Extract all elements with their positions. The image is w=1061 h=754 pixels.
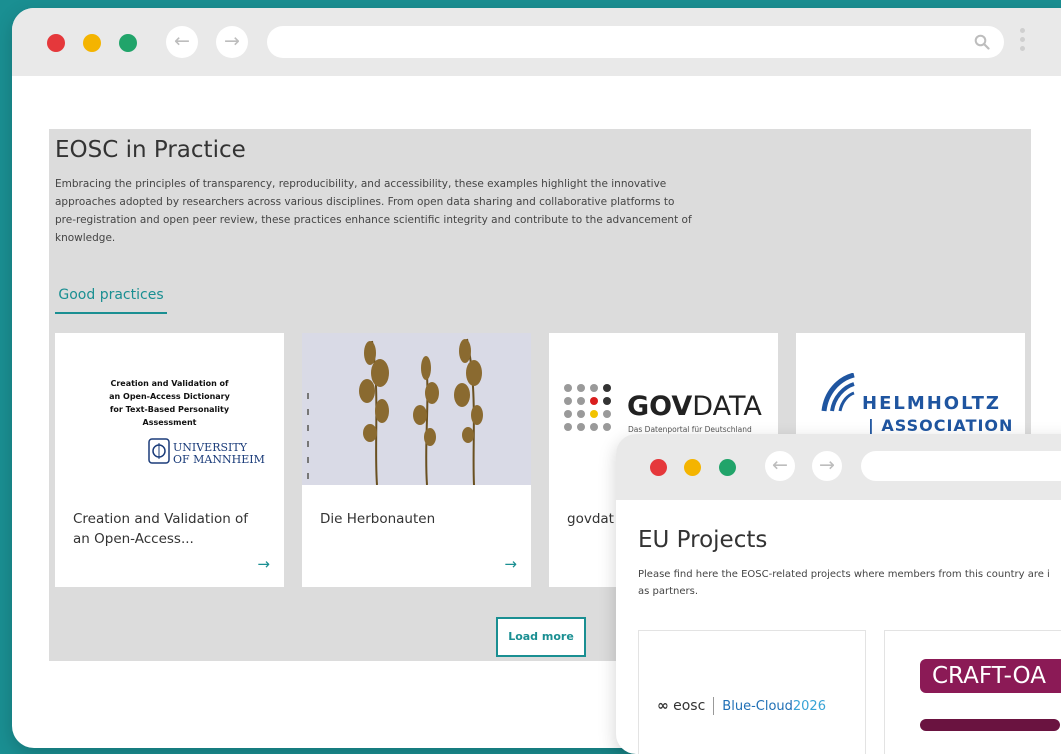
close-window-button[interactable] [650, 459, 667, 476]
minimize-window-button[interactable] [684, 459, 701, 476]
card-image-title: Creation and Validation of an Open-Acces… [109, 379, 230, 427]
helmholtz-wordmark: HELMHOLTZ [862, 393, 1001, 414]
address-bar[interactable] [267, 26, 1004, 58]
close-window-button[interactable] [47, 34, 65, 52]
eosc-infinity-icon: ∞ [657, 698, 669, 714]
university-crest-icon [148, 438, 170, 464]
govdata-wordmark: GOVDATA [627, 391, 762, 422]
back-arrow-icon[interactable]: ← [166, 26, 198, 58]
blue-cloud-year: 2026 [792, 699, 826, 714]
helmholtz-emblem-icon [821, 373, 855, 412]
eosc-wordmark: eosc [673, 698, 706, 714]
eu-projects-description: Please find here the EOSC-related projec… [638, 566, 1061, 600]
blue-cloud-wordmark: Blue-Cloud [722, 699, 793, 714]
back-arrow-icon[interactable]: ← [765, 451, 795, 481]
herbarium-plant-image [302, 333, 531, 485]
eu-projects-description-line1: Please find here the EOSC-related projec… [638, 569, 1050, 580]
kebab-menu-icon[interactable] [1020, 28, 1026, 55]
browser-titlebar: ← → [616, 434, 1061, 500]
govdata-wordmark-light: DATA [692, 391, 762, 422]
forward-arrow-icon[interactable]: → [216, 26, 248, 58]
card-label: Creation and Validation of an Open-Acces… [73, 511, 249, 547]
browser-window-eu-projects: ← → EU Projects Please find here the EOS… [616, 434, 1061, 754]
project-card-blue-cloud[interactable]: ∞ eosc Blue-Cloud2026 [638, 630, 866, 754]
university-logo-text: UNIVERSITY OF MANNHEIM [173, 442, 265, 466]
right-arrow-icon[interactable]: → [257, 555, 270, 573]
section-description: Embracing the principles of transparency… [55, 178, 692, 244]
forward-arrow-icon[interactable]: → [812, 451, 842, 481]
maximize-window-button[interactable] [719, 459, 736, 476]
load-more-button[interactable]: Load more [496, 617, 586, 657]
university-logo-line2: OF MANNHEIM [173, 453, 265, 466]
card-image: Creation and Validation of an Open-Acces… [55, 333, 284, 485]
craft-oa-logo: CRAFT-OA [920, 659, 1061, 693]
practice-card-herbonauten[interactable]: Die Herbonauten → [302, 333, 531, 587]
browser-titlebar: ← → [12, 8, 1061, 76]
govdata-wordmark-bold: GOV [627, 391, 693, 422]
govdata-dots-icon [564, 384, 611, 431]
practice-card-dictionary[interactable]: Creation and Validation of an Open-Acces… [55, 333, 284, 587]
project-card-craft-oa[interactable]: CRAFT-OA [884, 630, 1061, 754]
address-bar[interactable] [861, 451, 1061, 481]
eu-projects-description-line2: as partners. [638, 586, 699, 597]
section-title: EOSC in Practice [55, 137, 246, 163]
right-arrow-icon[interactable]: → [504, 555, 517, 573]
craft-oa-logo-subtext [920, 719, 1060, 731]
tab-good-practices[interactable]: Good practices [55, 284, 167, 314]
maximize-window-button[interactable] [119, 34, 137, 52]
govdata-subtitle: Das Datenportal für Deutschland [628, 425, 752, 434]
minimize-window-button[interactable] [83, 34, 101, 52]
card-label: Die Herbonauten [320, 511, 436, 527]
search-icon[interactable] [974, 34, 990, 50]
helmholtz-association-text: | ASSOCIATION [868, 416, 1014, 435]
eosc-blue-cloud-logo: ∞ eosc Blue-Cloud2026 [657, 697, 826, 715]
eu-projects-title: EU Projects [638, 527, 768, 553]
